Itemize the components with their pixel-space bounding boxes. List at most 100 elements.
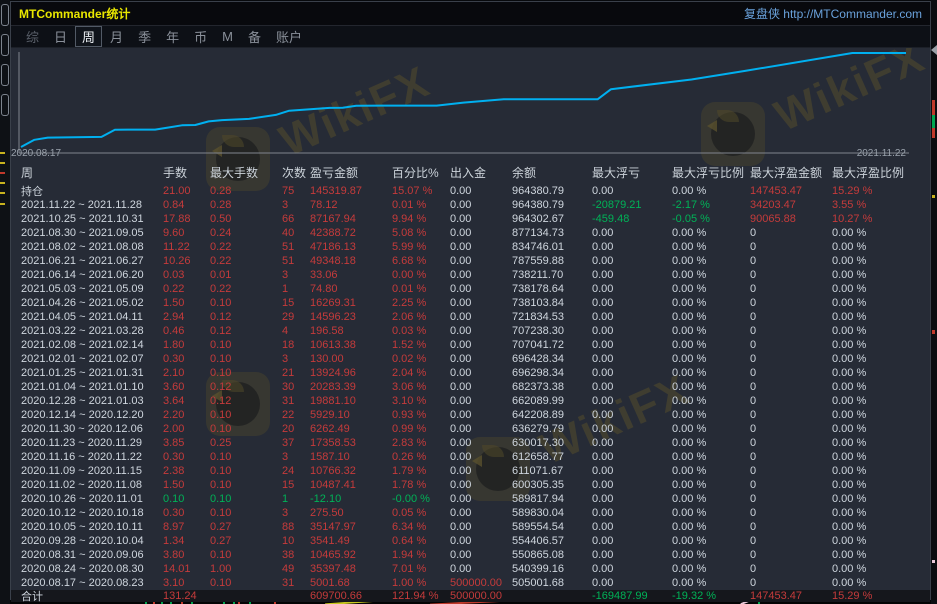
cell-max_float_profit: 0 [750,451,832,463]
cell-pnl: 13924.96 [310,367,392,379]
cell-pnl: 47186.13 [310,241,392,253]
cell-max_float_loss_pct: 0.00 % [672,395,750,407]
table-row-2021.05.03[interactable]: 2021.05.03 ~ 2021.05.090.220.22174.800.0… [11,282,930,296]
table-row-2021.08.30[interactable]: 2021.08.30 ~ 2021.09.059.600.244042388.7… [11,226,930,240]
background-candle-fragment [932,115,935,128]
cell-period: 2021.02.01 ~ 2021.02.07 [21,353,163,365]
cell-max_float_profit: 0 [750,353,832,365]
cell-in_out: 0.00 [450,507,512,519]
cell-max_float_profit: 0 [750,367,832,379]
cell-pct: 5.08 % [392,227,450,239]
table-row-2020.11.16[interactable]: 2020.11.16 ~ 2020.11.220.300.1031587.100… [11,450,930,464]
col-header-max_float_profit_pct: 最大浮盈比例 [832,164,918,181]
table-row-2021.04.05[interactable]: 2021.04.05 ~ 2021.04.112.940.122914596.2… [11,310,930,324]
cell-in_out: 0.00 [450,535,512,547]
background-chart-fragment [0,152,5,154]
cell-in_out: 0.00 [450,367,512,379]
cell-max_float_profit_pct: 0.00 % [832,395,918,407]
cell-max_float_loss: 0.00 [592,409,672,421]
cell-balance: 636279.79 [512,423,592,435]
table-row-2021.11.22[interactable]: 2021.11.22 ~ 2021.11.280.840.28378.120.0… [11,198,930,212]
menu-item-账户[interactable]: 账户 [269,26,309,47]
cell-period: 2020.12.28 ~ 2021.01.03 [21,395,163,407]
table-row-2020.11.30[interactable]: 2020.11.30 ~ 2020.12.062.000.10206262.49… [11,422,930,436]
table-row-2020.12.28[interactable]: 2020.12.28 ~ 2021.01.033.640.123119881.1… [11,394,930,408]
table-row-2020.08.31[interactable]: 2020.08.31 ~ 2020.09.063.800.103810465.9… [11,548,930,562]
cell-in_out: 0.00 [450,395,512,407]
table-row-2021.01.04[interactable]: 2021.01.04 ~ 2021.01.103.600.123020283.3… [11,380,930,394]
cell-count: 22 [282,409,310,421]
col-header-lots: 手数 [163,164,210,181]
background-candle-fragment [932,100,935,115]
cell-max_float_loss: 0.00 [592,395,672,407]
cell-max_float_profit_pct: 0.00 % [832,535,918,547]
background-candle-fragment [932,195,935,198]
table-row-2021.03.22[interactable]: 2021.03.22 ~ 2021.03.280.460.124196.580.… [11,324,930,338]
table-row-2020.10.05[interactable]: 2020.10.05 ~ 2020.10.118.970.278835147.9… [11,520,930,534]
menu-item-周[interactable]: 周 [75,26,102,47]
window-title: MTCommander统计 [19,5,130,22]
cell-max_float_profit_pct: 0.00 % [832,437,918,449]
cell-pct: -0.00 % [392,493,450,505]
cell-count: 1 [282,283,310,295]
cell-count: 18 [282,339,310,351]
table-row-2021.10.25[interactable]: 2021.10.25 ~ 2021.10.3117.880.506687167.… [11,212,930,226]
cell-max_float_loss_pct: 0.00 % [672,381,750,393]
table-row-2020.11.09[interactable]: 2020.11.09 ~ 2020.11.152.380.102410766.3… [11,464,930,478]
table-row-2021.08.02[interactable]: 2021.08.02 ~ 2021.08.0811.220.225147186.… [11,240,930,254]
cell-pnl: 74.80 [310,283,392,295]
table-row-2020.10.26[interactable]: 2020.10.26 ~ 2020.11.010.100.101-12.10-0… [11,492,930,506]
table-row-2021.02.01[interactable]: 2021.02.01 ~ 2021.02.070.300.103130.000.… [11,352,930,366]
cell-max_float_loss: 0.00 [592,269,672,281]
cell-period: 2021.11.22 ~ 2021.11.28 [21,199,163,211]
col-header-period: 周 [21,164,163,181]
cell-max_float_loss_pct: 0.00 % [672,493,750,505]
cell-max_lots: 0.10 [210,451,282,463]
cell-max_float_profit_pct: 15.29 % [832,590,918,602]
cell-pct: 7.01 % [392,563,450,575]
cell-max_float_loss: 0.00 [592,227,672,239]
screen: MTCommander统计 复盘侠 http://MTCommander.com… [0,0,937,604]
table-row-2021.06.21[interactable]: 2021.06.21 ~ 2021.06.2710.260.225149348.… [11,254,930,268]
table-row-2020.09.28[interactable]: 2020.09.28 ~ 2020.10.041.340.27103541.49… [11,534,930,548]
table-row-2021.06.14[interactable]: 2021.06.14 ~ 2021.06.200.030.01333.060.0… [11,268,930,282]
table-row-2020.12.14[interactable]: 2020.12.14 ~ 2020.12.202.200.10225929.10… [11,408,930,422]
cell-max_float_profit_pct: 3.55 % [832,199,918,211]
cell-max_lots: 0.12 [210,325,282,337]
table-row-holding[interactable]: 持仓21.000.2875145319.8715.07 %0.00964380.… [11,184,930,198]
menu-item-月[interactable]: 月 [103,26,130,47]
title-bar[interactable]: MTCommander统计 复盘侠 http://MTCommander.com [11,2,930,26]
menu-item-季[interactable]: 季 [131,26,158,47]
menu-item-日[interactable]: 日 [47,26,74,47]
col-header-max_float_loss_pct: 最大浮亏比例 [672,164,750,181]
cell-count: 21 [282,367,310,379]
cell-lots: 14.01 [163,563,210,575]
brand-link[interactable]: 复盘侠 http://MTCommander.com [744,5,922,22]
table-row-2020.10.12[interactable]: 2020.10.12 ~ 2020.10.180.300.103275.500.… [11,506,930,520]
table-total-row: 合计131.24609700.66121.94 %500000.00-16948… [11,590,930,602]
table-row-2020.11.02[interactable]: 2020.11.02 ~ 2020.11.081.500.101510487.4… [11,478,930,492]
cell-lots: 3.60 [163,381,210,393]
menu-item-年[interactable]: 年 [159,26,186,47]
table-row-2021.04.26[interactable]: 2021.04.26 ~ 2021.05.021.500.101516269.3… [11,296,930,310]
cell-max_lots: 0.50 [210,213,282,225]
menu-item-综[interactable]: 综 [19,26,46,47]
cell-pnl: 196.58 [310,325,392,337]
table-row-2020.11.23[interactable]: 2020.11.23 ~ 2020.11.293.850.253717358.5… [11,436,930,450]
cell-count: 3 [282,353,310,365]
table-header-row: 周手数最大手数次数盈亏金额百分比%出入金余额最大浮亏最大浮亏比例最大浮盈金额最大… [11,160,930,184]
table-row-2020.08.24[interactable]: 2020.08.24 ~ 2020.08.3014.011.004935397.… [11,562,930,576]
cell-max_float_loss: 0.00 [592,297,672,309]
cell-max_float_loss: 0.00 [592,367,672,379]
menu-item-币[interactable]: 币 [187,26,214,47]
col-header-max_float_profit: 最大浮盈金额 [750,164,832,181]
menu-item-M[interactable]: M [215,28,240,45]
cell-count: 51 [282,241,310,253]
menu-item-备[interactable]: 备 [241,26,268,47]
table-row-2021.01.25[interactable]: 2021.01.25 ~ 2021.01.312.100.102113924.9… [11,366,930,380]
cell-in_out: 0.00 [450,437,512,449]
table-row-2021.02.08[interactable]: 2021.02.08 ~ 2021.02.141.800.101810613.3… [11,338,930,352]
cell-count: 31 [282,395,310,407]
cell-pct: 2.25 % [392,297,450,309]
cell-max_float_profit_pct: 0.00 % [832,507,918,519]
